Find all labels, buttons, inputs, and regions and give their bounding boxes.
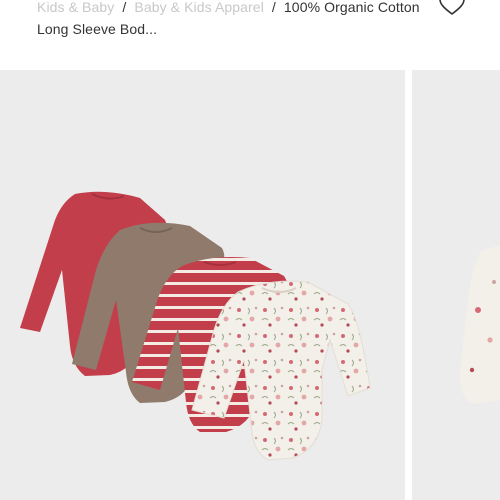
- breadcrumb-baby-kids-apparel[interactable]: Baby & Kids Apparel: [134, 0, 264, 15]
- product-image-gallery[interactable]: [0, 70, 500, 500]
- breadcrumb-separator: /: [122, 0, 127, 15]
- page-header: Kids & Baby / Baby & Kids Apparel / 100%…: [0, 0, 500, 70]
- wishlist-heart-icon[interactable]: [438, 0, 466, 18]
- product-image-next[interactable]: [412, 70, 500, 500]
- breadcrumb-kids-baby[interactable]: Kids & Baby: [37, 0, 114, 15]
- product-image-main[interactable]: [0, 70, 405, 500]
- breadcrumb: Kids & Baby / Baby & Kids Apparel / 100%…: [37, 0, 437, 40]
- breadcrumb-separator: /: [271, 0, 276, 15]
